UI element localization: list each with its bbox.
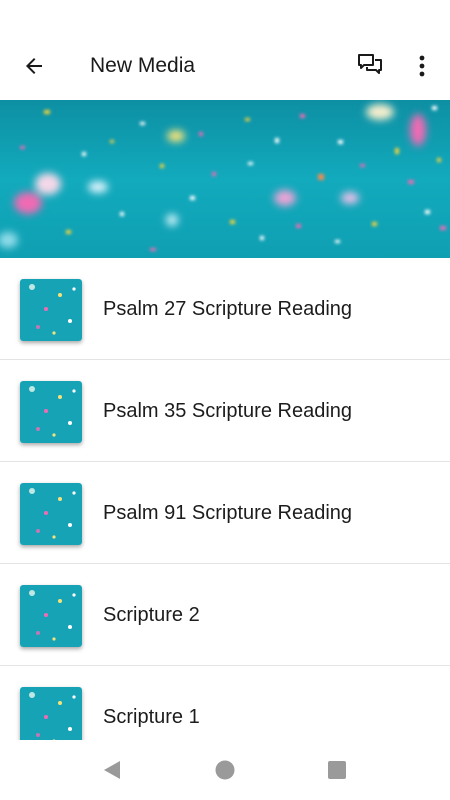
- media-thumbnail: [20, 483, 82, 545]
- media-thumbnail: [20, 687, 82, 740]
- list-item[interactable]: Psalm 27 Scripture Reading: [0, 258, 450, 360]
- list-item[interactable]: Scripture 2: [0, 564, 450, 666]
- thumbnail-image: [20, 483, 82, 545]
- more-options-button[interactable]: [402, 46, 442, 86]
- media-title: Psalm 27 Scripture Reading: [103, 298, 353, 320]
- media-title: Scripture 1: [103, 706, 200, 728]
- media-thumbnail: [20, 279, 82, 341]
- chat-button[interactable]: [350, 46, 390, 86]
- more-vert-icon: [419, 55, 425, 77]
- hero-banner: [0, 100, 450, 258]
- media-thumbnail: [20, 585, 82, 647]
- screen: New Media Psalm 27 Scripture Reading Psa…: [0, 0, 450, 800]
- app-bar: New Media: [0, 0, 450, 100]
- list-item[interactable]: Psalm 91 Scripture Reading: [0, 462, 450, 564]
- nav-back-button[interactable]: [92, 750, 132, 790]
- nav-recents-button[interactable]: [317, 750, 357, 790]
- back-button[interactable]: [14, 46, 54, 86]
- nav-home-circle-icon: [215, 760, 235, 780]
- system-nav-bar: [0, 740, 450, 800]
- list-item[interactable]: Scripture 1: [0, 666, 450, 740]
- media-thumbnail: [20, 381, 82, 443]
- media-title: Psalm 35 Scripture Reading: [103, 400, 353, 422]
- media-title: Psalm 91 Scripture Reading: [103, 502, 353, 524]
- nav-home-button[interactable]: [205, 750, 245, 790]
- media-title: Scripture 2: [103, 604, 200, 626]
- arrow-back-icon: [26, 58, 42, 74]
- nav-recents-square-icon: [328, 761, 346, 779]
- media-list: Psalm 27 Scripture Reading Psalm 35 Scri…: [0, 258, 450, 740]
- forum-icon: [358, 54, 382, 74]
- thumbnail-image: [20, 279, 82, 341]
- nav-back-triangle-icon: [104, 761, 120, 779]
- thumbnail-image: [20, 585, 82, 647]
- thumbnail-image: [20, 381, 82, 443]
- confetti-banner-image: [0, 100, 450, 258]
- page-title: New Media: [90, 54, 196, 77]
- list-item[interactable]: Psalm 35 Scripture Reading: [0, 360, 450, 462]
- thumbnail-image: [20, 687, 82, 740]
